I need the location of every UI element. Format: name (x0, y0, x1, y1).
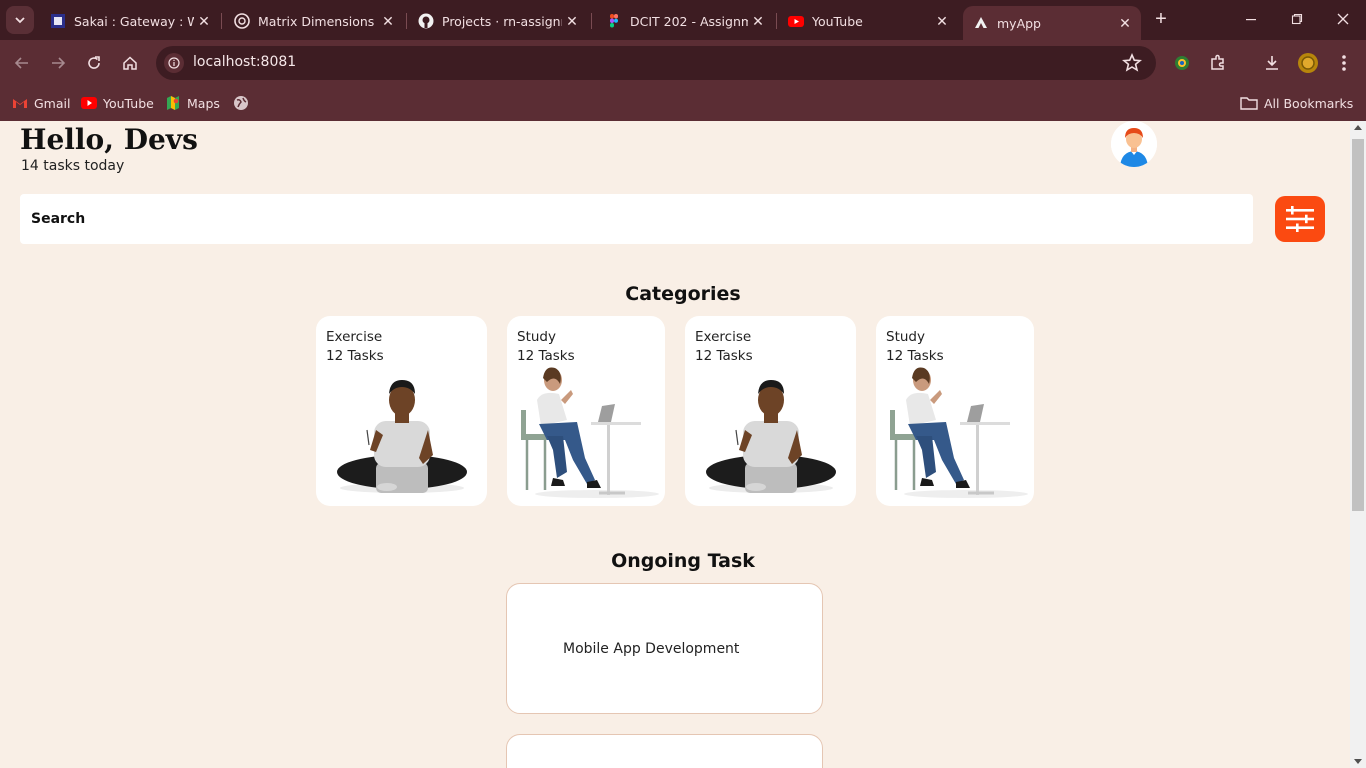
chevron-down-icon (15, 17, 25, 24)
tab-search-button[interactable] (6, 6, 34, 34)
sakai-icon (50, 13, 66, 29)
expo-icon (973, 15, 989, 31)
home-icon (123, 56, 137, 70)
scroll-down-arrow-icon[interactable] (1354, 759, 1362, 764)
gmail-icon (12, 95, 28, 111)
greeting-heading: Hello, Devs (20, 123, 198, 156)
all-bookmarks-button[interactable]: All Bookmarks (1240, 93, 1353, 113)
app-viewport: Hello, Devs 14 tasks today Search Catego… (0, 121, 1350, 768)
download-icon[interactable] (1261, 52, 1283, 74)
person-at-desk-illustration (890, 367, 1028, 498)
restore-icon (1291, 13, 1303, 25)
bookmarks-bar: Gmail YouTube Maps All Bookmarks (0, 86, 1366, 121)
globe-icon (233, 95, 249, 111)
category-card[interactable]: Study 12 Tasks (507, 316, 665, 506)
filter-button[interactable] (1275, 196, 1325, 242)
ongoing-task-card[interactable]: Mobile App Development (506, 583, 823, 714)
site-info-icon[interactable] (164, 53, 184, 73)
person-at-desk-illustration (521, 367, 659, 498)
tab-strip: Sakai : Gateway : Welc ✕ Matrix Dimensio… (0, 0, 1366, 40)
search-input-value: Search (31, 211, 86, 227)
reload-icon (88, 56, 100, 69)
ongoing-task-card[interactable] (506, 734, 823, 768)
home-button[interactable] (119, 52, 141, 74)
bookmark-gmail[interactable]: Gmail (12, 93, 70, 113)
figma-icon (606, 13, 622, 29)
close-tab-icon[interactable]: ✕ (1115, 13, 1135, 33)
person-with-laptop-illustration (706, 380, 836, 493)
category-card[interactable]: Study 12 Tasks (876, 316, 1034, 506)
tab-youtube[interactable]: YouTube ✕ (778, 6, 958, 36)
reload-button[interactable] (83, 52, 105, 74)
folder-icon (1240, 95, 1258, 111)
arrow-left-icon (14, 57, 28, 69)
tab-github[interactable]: Projects · rn-assignme ✕ (408, 6, 588, 36)
puzzle-icon[interactable] (1207, 52, 1229, 74)
chatgpt-icon (234, 13, 250, 29)
github-icon (418, 13, 434, 29)
maps-icon (165, 95, 181, 111)
minimize-icon (1246, 19, 1256, 21)
menu-dots-icon[interactable] (1333, 52, 1355, 74)
new-tab-button[interactable]: + (1150, 8, 1172, 30)
close-tab-icon[interactable]: ✕ (562, 11, 582, 31)
tab-sakai[interactable]: Sakai : Gateway : Welc ✕ (40, 6, 220, 36)
categories-heading: Categories (625, 283, 741, 305)
bookmark-youtube[interactable]: YouTube (81, 93, 154, 113)
bookmark-star-icon[interactable] (1121, 53, 1143, 78)
profile-avatar[interactable] (1297, 52, 1319, 74)
scrollbar-thumb[interactable] (1352, 139, 1364, 511)
restore-button[interactable] (1286, 8, 1308, 30)
close-tab-icon[interactable]: ✕ (194, 11, 214, 31)
search-input[interactable]: Search (20, 194, 1253, 244)
tasks-today-text: 14 tasks today (21, 158, 125, 174)
extension-icon[interactable] (1171, 52, 1193, 74)
close-icon (1337, 13, 1349, 25)
forward-button[interactable] (47, 52, 69, 74)
arrow-right-icon (52, 57, 66, 69)
category-card[interactable]: Exercise 12 Tasks (685, 316, 856, 506)
url-text: localhost:8081 (193, 54, 297, 70)
youtube-icon (788, 13, 804, 29)
close-window-button[interactable] (1332, 8, 1354, 30)
category-card[interactable]: Exercise 12 Tasks (316, 316, 487, 506)
minimize-button[interactable] (1240, 8, 1262, 30)
close-tab-icon[interactable]: ✕ (932, 11, 952, 31)
youtube-icon (81, 95, 97, 111)
browser-toolbar: localhost:8081 (0, 40, 1366, 86)
close-tab-icon[interactable]: ✕ (378, 11, 398, 31)
user-avatar[interactable] (1111, 121, 1157, 167)
tab-chatgpt[interactable]: Matrix Dimensions Fu ✕ (224, 6, 404, 36)
page-scrollbar[interactable] (1350, 121, 1366, 768)
ongoing-task-heading: Ongoing Task (611, 550, 755, 572)
address-bar[interactable]: localhost:8081 (156, 46, 1156, 80)
bookmark-globe[interactable] (233, 93, 255, 113)
tab-figma[interactable]: DCIT 202 - Assignme ✕ (596, 6, 774, 36)
bookmark-maps[interactable]: Maps (165, 93, 220, 113)
back-button[interactable] (11, 52, 33, 74)
sliders-icon (1286, 206, 1314, 232)
person-with-laptop-illustration (337, 380, 467, 493)
close-tab-icon[interactable]: ✕ (748, 11, 768, 31)
scroll-up-arrow-icon[interactable] (1354, 125, 1362, 130)
tab-myapp-active[interactable]: myApp ✕ (963, 6, 1141, 40)
task-title: Mobile App Development (563, 641, 740, 657)
